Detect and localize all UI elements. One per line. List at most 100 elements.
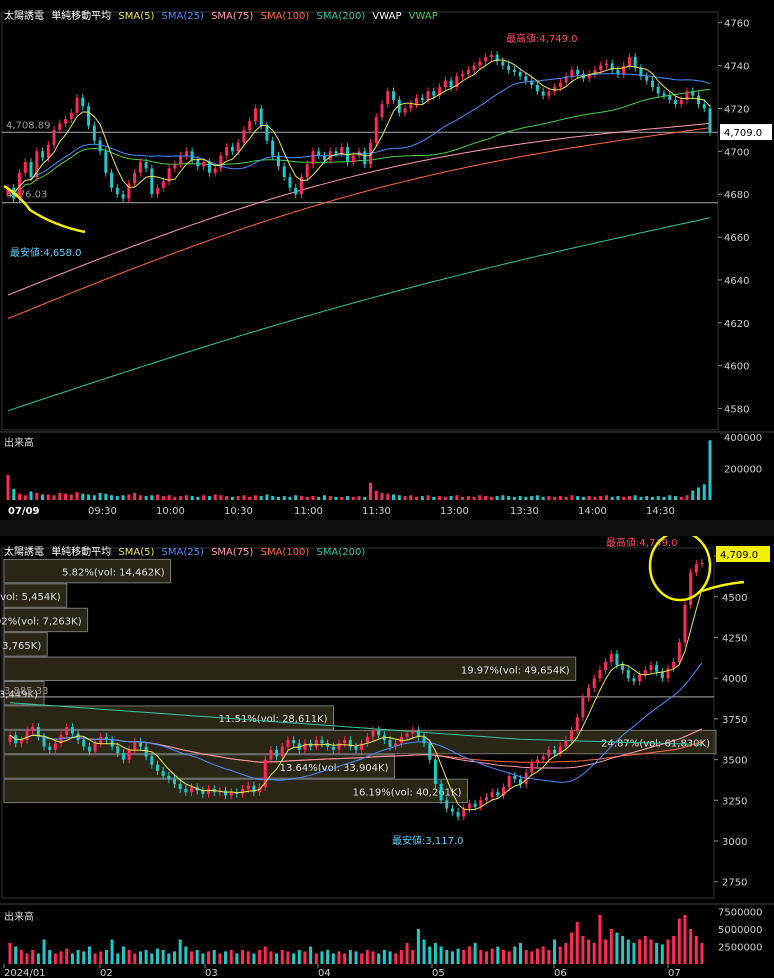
volume-profile-label: 2.19%(vol: 5,454K) bbox=[0, 592, 61, 603]
volume-bar bbox=[547, 950, 551, 964]
daily-candle bbox=[246, 785, 250, 789]
legend-item-vwap-white[interactable]: VWAP bbox=[372, 11, 401, 22]
volume-bar bbox=[348, 950, 352, 964]
volume-bar bbox=[326, 950, 330, 964]
daily-candle bbox=[133, 741, 137, 750]
intraday-candle bbox=[242, 129, 246, 143]
intraday-candle bbox=[236, 142, 240, 152]
daily-candle bbox=[422, 736, 426, 744]
daily-candle bbox=[694, 564, 698, 573]
volume-bar bbox=[14, 946, 18, 964]
volume-bar bbox=[638, 939, 642, 964]
daily-candle bbox=[70, 727, 74, 734]
volume-bar bbox=[155, 948, 159, 964]
legend-item-sma200[interactable]: SMA(200) bbox=[317, 11, 366, 22]
volume-bar bbox=[581, 496, 585, 500]
volume-bar bbox=[93, 953, 97, 964]
intraday-candle bbox=[144, 162, 148, 169]
daily-candle bbox=[31, 727, 35, 731]
volume-bar bbox=[433, 943, 437, 964]
daily-candle bbox=[428, 743, 432, 760]
volume-bar bbox=[42, 939, 46, 964]
daily-candle bbox=[655, 665, 659, 672]
intraday-candle bbox=[294, 187, 298, 195]
volume-bar bbox=[179, 496, 183, 500]
legend-item-sma[interactable]: 単純移動平均 bbox=[51, 547, 111, 558]
volume-bar bbox=[415, 496, 419, 500]
volume-bar bbox=[700, 943, 704, 964]
intraday-candle bbox=[253, 108, 257, 122]
legend-item-sma100[interactable]: SMA(100) bbox=[261, 11, 310, 22]
volume-label: 出来高 bbox=[4, 910, 34, 923]
intraday-candle bbox=[708, 108, 712, 133]
volume-bar bbox=[472, 496, 476, 500]
volume-bar bbox=[380, 492, 384, 500]
volume-bar bbox=[167, 495, 171, 500]
y-tick-label: 4620 bbox=[724, 319, 749, 330]
legend-item-sma200[interactable]: SMA(200) bbox=[317, 547, 366, 558]
volume-bar bbox=[309, 946, 313, 964]
volume-bar bbox=[394, 953, 398, 964]
legend-item-sma100[interactable]: SMA(100) bbox=[261, 547, 310, 558]
volume-bar bbox=[229, 950, 233, 964]
volume-bar bbox=[322, 495, 326, 500]
volume-bar bbox=[269, 951, 273, 964]
volume-bar bbox=[501, 950, 505, 964]
volume-bar bbox=[337, 951, 341, 964]
daily-candle bbox=[689, 572, 693, 605]
intraday-chart-panel: 4760 4740 4720 4700 4680 4660 4640 4620 4600 4580… bbox=[0, 0, 774, 520]
x-tick-label: 14:30 bbox=[646, 506, 675, 517]
volume-bar bbox=[263, 946, 267, 964]
daily-candle bbox=[496, 792, 500, 796]
panel-separator[interactable] bbox=[0, 520, 774, 536]
legend-item-vwap-green[interactable]: VWAP bbox=[409, 11, 438, 22]
volume-bar bbox=[650, 496, 654, 500]
volume-bar bbox=[331, 953, 335, 964]
volume-bar bbox=[258, 950, 262, 964]
daily-candle bbox=[411, 730, 415, 734]
volume-bar bbox=[246, 951, 250, 964]
volume-bar bbox=[428, 946, 432, 964]
intraday-candle bbox=[351, 155, 355, 163]
x-tick-label: 05 bbox=[432, 968, 445, 978]
daily-candle bbox=[405, 733, 409, 737]
volume-bar bbox=[655, 943, 659, 964]
volume-bar bbox=[121, 946, 125, 964]
intraday-candle bbox=[288, 177, 292, 188]
low-annotation: 最安値:4,658.0 bbox=[10, 246, 82, 259]
volume-bar bbox=[399, 950, 403, 964]
daily-candle bbox=[660, 671, 664, 679]
legend-item-sma[interactable]: 単純移動平均 bbox=[51, 11, 111, 22]
legend-item-sma5[interactable]: SMA(5) bbox=[118, 547, 154, 558]
volume-bar bbox=[207, 496, 211, 500]
volume-bar bbox=[397, 495, 401, 500]
volume-bar bbox=[616, 496, 620, 500]
volume-bar bbox=[360, 953, 364, 964]
legend-item-sma75[interactable]: SMA(75) bbox=[211, 11, 253, 22]
legend-item-sma25[interactable]: SMA(25) bbox=[162, 11, 204, 22]
volume-bar bbox=[643, 936, 647, 964]
y-tick-label: 3750 bbox=[722, 715, 747, 726]
volume-bar bbox=[110, 939, 114, 964]
volume-bar bbox=[8, 943, 12, 964]
daily-candle bbox=[99, 736, 103, 744]
volume-bar bbox=[456, 948, 460, 964]
daily-candle bbox=[82, 740, 86, 747]
volume-profile-label: 19.97%(vol: 49,654K) bbox=[461, 665, 570, 676]
daily-candle bbox=[371, 730, 375, 737]
legend-item-sma25[interactable]: SMA(25) bbox=[162, 547, 204, 558]
legend-item-sma5[interactable]: SMA(5) bbox=[118, 11, 154, 22]
daily-candle bbox=[547, 749, 551, 757]
x-tick-label: 07/09 bbox=[8, 506, 40, 517]
legend-item-sma75[interactable]: SMA(75) bbox=[211, 547, 253, 558]
reference-line-label: 3,885.33 bbox=[4, 686, 49, 697]
intraday-candle bbox=[184, 151, 188, 156]
volume-bar bbox=[259, 496, 263, 500]
daily-candle bbox=[626, 670, 630, 679]
volume-bar bbox=[178, 939, 182, 964]
volume-bar bbox=[280, 950, 284, 964]
volume-bar bbox=[236, 496, 240, 500]
volume-bar bbox=[161, 496, 165, 500]
volume-bar bbox=[683, 915, 687, 964]
volume-bar bbox=[23, 495, 27, 500]
